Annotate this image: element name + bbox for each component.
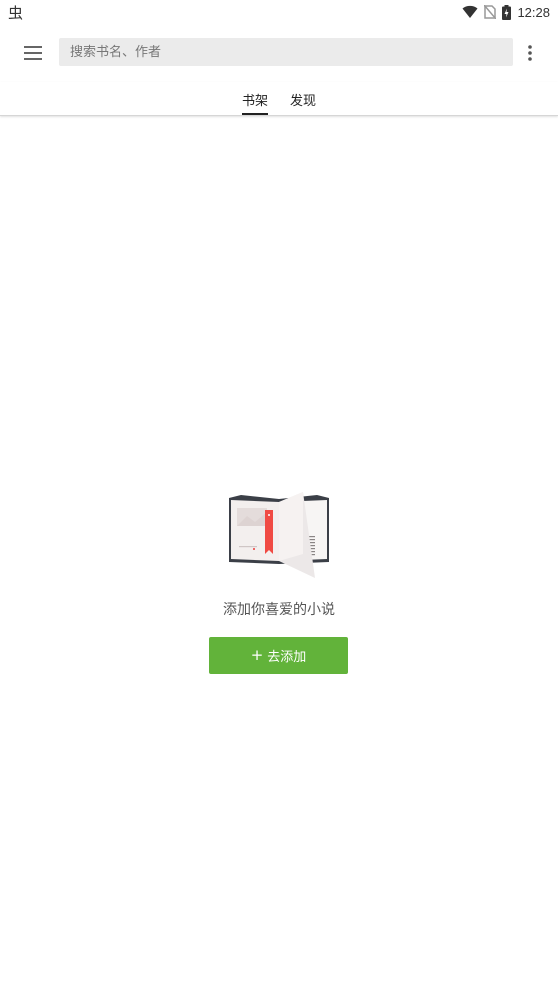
- tab-bar: 书架 发现: [0, 82, 558, 116]
- status-icons: 12:28: [462, 2, 550, 22]
- add-books-button[interactable]: + 去添加: [209, 637, 348, 674]
- plus-icon: +: [250, 646, 264, 664]
- hamburger-menu-icon[interactable]: [20, 40, 46, 66]
- tab-discover[interactable]: 发现: [290, 90, 316, 116]
- empty-shelf-message: 添加你喜爱的小说: [223, 602, 335, 618]
- active-tab-indicator: [242, 113, 268, 115]
- battery-charging-icon: [502, 4, 512, 20]
- wifi-icon: [462, 5, 478, 19]
- search-input[interactable]: [59, 38, 513, 66]
- search-box: [59, 38, 513, 66]
- add-books-button-label: 去添加: [267, 650, 307, 665]
- clock-time: 12:28: [517, 4, 550, 20]
- status-bar: 虫 12:28: [0, 0, 558, 24]
- open-book-illustration: [227, 490, 331, 580]
- toolbar: [0, 24, 558, 82]
- app-notification-icon: 虫: [8, 4, 24, 22]
- more-vertical-icon[interactable]: [520, 40, 540, 66]
- no-sim-icon: [484, 5, 497, 19]
